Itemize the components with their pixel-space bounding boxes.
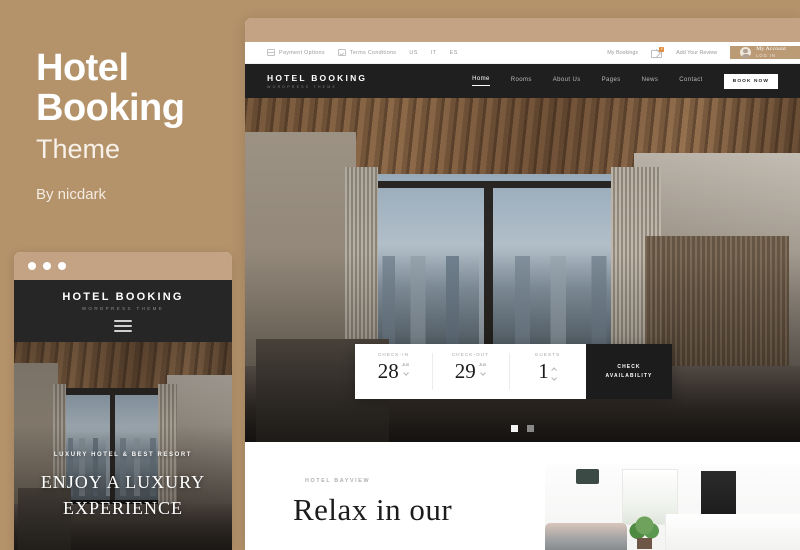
mobile-logo[interactable]: HOTEL BOOKING	[62, 291, 183, 303]
guests-label: GUESTS	[534, 352, 561, 357]
topbar-right-group: My Bookings 4 Add Your Review My Account…	[607, 42, 800, 63]
nav-item-about-us[interactable]: About Us	[553, 77, 581, 86]
window-dot-maximize-icon[interactable]	[58, 262, 66, 270]
main-navbar: HOTEL BOOKING WORDPRESS THEME Home Rooms…	[245, 64, 800, 98]
language-us[interactable]: US	[409, 50, 418, 56]
top-utility-bar: Payment Options Terms Conditions US IT E…	[245, 42, 800, 64]
avatar-icon	[740, 46, 752, 58]
checkout-field[interactable]: CHECK-OUT 29 Jun	[432, 344, 509, 399]
account-menu[interactable]: My Account LOG IN	[730, 46, 800, 59]
site-logo-text: HOTEL BOOKING	[267, 73, 368, 83]
cart-icon[interactable]: 4	[651, 46, 665, 58]
checkout-month-value: Jun	[478, 362, 487, 367]
nav-item-rooms[interactable]: Rooms	[511, 77, 532, 86]
promo-title-line2: Booking	[36, 87, 185, 130]
slider-pagination	[245, 425, 800, 432]
mobile-hero-heading-line2: EXPERIENCE	[63, 498, 183, 519]
nav-item-contact[interactable]: Contact	[679, 77, 702, 86]
account-name: My Account	[756, 46, 786, 53]
mobile-logo-subtitle: WORDPRESS THEME	[81, 305, 165, 311]
site-logo[interactable]: HOTEL BOOKING WORDPRESS THEME	[267, 73, 367, 89]
mobile-viewport: HOTEL BOOKING WORDPRESS THEME LUXURY HOT…	[14, 280, 232, 550]
add-review-link[interactable]: Add Your Review	[676, 50, 717, 56]
language-es[interactable]: ES	[450, 50, 458, 56]
chevron-up-icon[interactable]	[552, 366, 557, 371]
checkin-field[interactable]: CHECK-IN 28 Jun	[355, 344, 432, 399]
chevron-down-icon[interactable]	[480, 370, 485, 375]
my-bookings-link[interactable]: My Bookings	[607, 50, 638, 56]
mobile-navbar: HOTEL BOOKING WORDPRESS THEME	[14, 280, 232, 342]
window-dot-close-icon[interactable]	[28, 262, 36, 270]
checkin-day-value: 28	[377, 359, 399, 383]
section-heading: Relax in our	[293, 492, 453, 527]
promo-title-line1: Hotel	[36, 47, 129, 89]
checkin-label: CHECK-IN	[377, 352, 409, 357]
mobile-browser-chrome	[14, 252, 232, 280]
hamburger-icon[interactable]	[114, 319, 132, 332]
promo-block: Hotel Booking Theme By nicdark	[36, 48, 246, 203]
payment-options-link[interactable]: Payment Options	[267, 49, 325, 56]
topbar-left-group: Payment Options Terms Conditions US IT E…	[245, 42, 458, 63]
promo-author: By nicdark	[36, 186, 107, 204]
desktop-browser-chrome	[245, 18, 800, 42]
section-kicker: HOTEL BAYVIEW	[305, 478, 371, 484]
guests-value: 1	[538, 359, 549, 383]
checkout-day-value: 29	[454, 359, 476, 383]
nav-item-home[interactable]: Home	[472, 76, 490, 86]
section-photo	[545, 464, 800, 550]
site-logo-subtitle: WORDPRESS THEME	[267, 85, 338, 89]
check-availability-line1: CHECK	[617, 364, 641, 370]
mobile-hero: LUXURY HOTEL & BEST RESORT ENJOY A LUXUR…	[14, 342, 232, 550]
promo-subtitle: Theme	[36, 133, 121, 164]
guests-stepper[interactable]	[552, 361, 557, 380]
hero-section: CHECK-IN 28 Jun CHECK-OUT 29 Jun GUESTS …	[245, 98, 800, 442]
booking-fields: CHECK-IN 28 Jun CHECK-OUT 29 Jun GUESTS …	[355, 344, 586, 399]
credit-card-icon	[267, 49, 275, 56]
mobile-hero-kicker: LUXURY HOTEL & BEST RESORT	[53, 452, 193, 458]
promo-title: Hotel Booking	[36, 48, 246, 129]
booking-widget: CHECK-IN 28 Jun CHECK-OUT 29 Jun GUESTS …	[355, 344, 672, 399]
chevron-down-icon[interactable]	[403, 370, 408, 375]
nav-menu: Home Rooms About Us Pages News Contact B…	[472, 73, 778, 89]
mobile-hero-text: LUXURY HOTEL & BEST RESORT ENJOY A LUXUR…	[14, 452, 232, 521]
nav-item-pages[interactable]: Pages	[602, 77, 621, 86]
nav-item-news[interactable]: News	[642, 77, 659, 86]
login-label: LOG IN	[756, 53, 776, 59]
chevron-down-icon[interactable]	[552, 375, 557, 380]
guests-field[interactable]: GUESTS 1	[509, 344, 586, 399]
slider-dot-1[interactable]	[511, 425, 518, 432]
checkout-label: CHECK-OUT	[451, 352, 490, 357]
mobile-hero-heading-line1: ENJOY A LUXURY	[40, 472, 206, 492]
slider-dot-2[interactable]	[527, 425, 534, 432]
check-availability-button[interactable]: CHECK AVAILABILITY	[586, 344, 672, 399]
document-check-icon	[337, 49, 346, 56]
window-dot-minimize-icon[interactable]	[43, 262, 51, 270]
intro-section: HOTEL BAYVIEW Relax in our	[245, 442, 800, 550]
book-now-button[interactable]: BOOK NOW	[723, 73, 778, 89]
language-it[interactable]: IT	[431, 50, 437, 56]
terms-conditions-label: Terms Conditions	[349, 49, 397, 56]
checkin-month-value: Jun	[401, 362, 410, 367]
payment-options-label: Payment Options	[279, 49, 325, 56]
check-availability-line2: AVAILABILITY	[605, 372, 653, 379]
terms-conditions-link[interactable]: Terms Conditions	[337, 49, 397, 56]
mobile-mockup: HOTEL BOOKING WORDPRESS THEME LUXURY HOT…	[14, 252, 232, 550]
desktop-mockup: Payment Options Terms Conditions US IT E…	[245, 18, 800, 550]
cart-count-badge: 4	[659, 46, 665, 52]
